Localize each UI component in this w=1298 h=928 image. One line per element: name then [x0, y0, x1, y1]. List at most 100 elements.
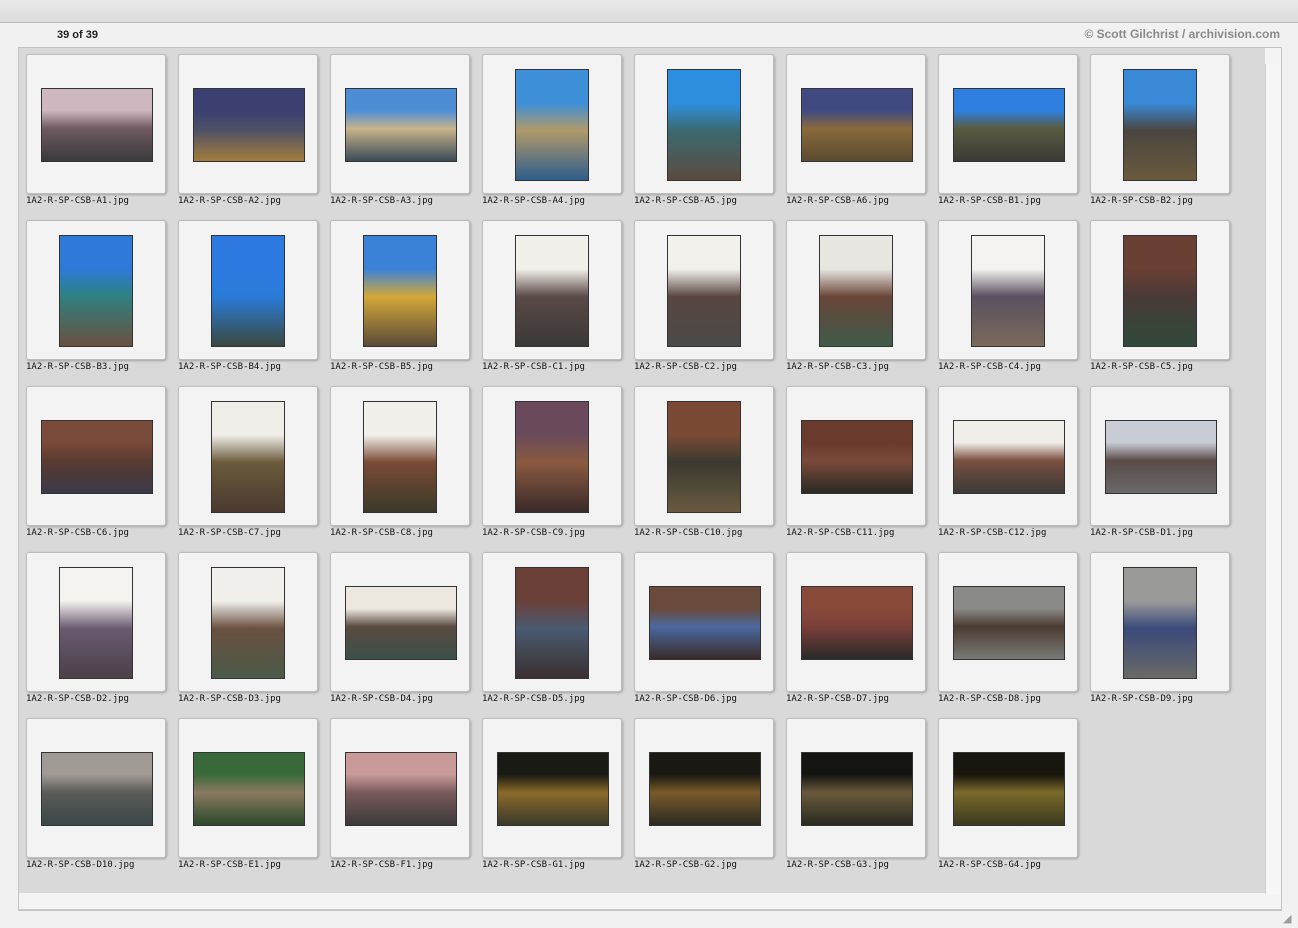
thumbnail-image[interactable] [1105, 420, 1217, 494]
thumbnail-image[interactable] [1123, 69, 1197, 181]
thumbnail-cell[interactable]: 1A2-R-SP-CSB-C9.jpg [482, 386, 622, 546]
slide-mount[interactable] [938, 220, 1078, 360]
slide-mount[interactable] [330, 386, 470, 526]
thumbnail-image[interactable] [363, 235, 437, 347]
slide-mount[interactable] [786, 220, 926, 360]
slide-mount[interactable] [634, 718, 774, 858]
thumbnail-image[interactable] [41, 420, 153, 494]
thumbnail-cell[interactable]: 1A2-R-SP-CSB-D8.jpg [938, 552, 1078, 712]
thumbnail-image[interactable] [1123, 567, 1197, 679]
thumbnail-image[interactable] [953, 586, 1065, 660]
thumbnail-image[interactable] [801, 88, 913, 162]
vertical-scrollbar[interactable] [1265, 64, 1280, 894]
thumbnail-image[interactable] [515, 567, 589, 679]
slide-mount[interactable] [26, 552, 166, 692]
slide-mount[interactable] [330, 220, 470, 360]
thumbnail-image[interactable] [953, 420, 1065, 494]
thumbnail-image[interactable] [801, 586, 913, 660]
thumbnail-image[interactable] [953, 752, 1065, 826]
thumbnail-image[interactable] [1123, 235, 1197, 347]
thumbnail-cell[interactable]: 1A2-R-SP-CSB-D9.jpg [1090, 552, 1230, 712]
thumbnail-cell[interactable]: 1A2-R-SP-CSB-B1.jpg [938, 54, 1078, 214]
thumbnail-image[interactable] [667, 235, 741, 347]
thumbnail-image[interactable] [363, 401, 437, 513]
thumbnail-cell[interactable]: 1A2-R-SP-CSB-D2.jpg [26, 552, 166, 712]
thumbnail-image[interactable] [497, 752, 609, 826]
thumbnail-cell[interactable]: 1A2-R-SP-CSB-A4.jpg [482, 54, 622, 214]
thumbnail-image[interactable] [345, 586, 457, 660]
thumbnail-image[interactable] [819, 235, 893, 347]
slide-mount[interactable] [786, 718, 926, 858]
slide-mount[interactable] [330, 552, 470, 692]
thumbnail-image[interactable] [41, 88, 153, 162]
slide-mount[interactable] [178, 386, 318, 526]
slide-mount[interactable] [330, 54, 470, 194]
thumbnail-cell[interactable]: 1A2-R-SP-CSB-G2.jpg [634, 718, 774, 878]
thumbnail-cell[interactable]: 1A2-R-SP-CSB-D7.jpg [786, 552, 926, 712]
thumbnail-image[interactable] [649, 586, 761, 660]
slide-mount[interactable] [482, 718, 622, 858]
slide-mount[interactable] [1090, 54, 1230, 194]
thumbnail-image[interactable] [59, 235, 133, 347]
thumbnail-grid[interactable]: 1A2-R-SP-CSB-A1.jpg 1A2-R-SP-CSB-A2.jpg 1A… [19, 48, 1265, 893]
slide-mount[interactable] [938, 718, 1078, 858]
thumbnail-image[interactable] [193, 752, 305, 826]
thumbnail-cell[interactable]: 1A2-R-SP-CSB-C4.jpg [938, 220, 1078, 380]
thumbnail-cell[interactable]: 1A2-R-SP-CSB-D6.jpg [634, 552, 774, 712]
thumbnail-cell[interactable]: 1A2-R-SP-CSB-D1.jpg [1090, 386, 1230, 546]
slide-mount[interactable] [1090, 386, 1230, 526]
slide-mount[interactable] [482, 54, 622, 194]
thumbnail-image[interactable] [515, 401, 589, 513]
slide-mount[interactable] [26, 718, 166, 858]
thumbnail-image[interactable] [971, 235, 1045, 347]
thumbnail-cell[interactable]: 1A2-R-SP-CSB-C12.jpg [938, 386, 1078, 546]
thumbnail-cell[interactable]: 1A2-R-SP-CSB-D10.jpg [26, 718, 166, 878]
slide-mount[interactable] [634, 552, 774, 692]
thumbnail-cell[interactable]: 1A2-R-SP-CSB-C6.jpg [26, 386, 166, 546]
thumbnail-cell[interactable]: 1A2-R-SP-CSB-C5.jpg [1090, 220, 1230, 380]
thumbnail-image[interactable] [515, 235, 589, 347]
slide-mount[interactable] [330, 718, 470, 858]
thumbnail-image[interactable] [211, 235, 285, 347]
thumbnail-cell[interactable]: 1A2-R-SP-CSB-D5.jpg [482, 552, 622, 712]
thumbnail-cell[interactable]: 1A2-R-SP-CSB-G1.jpg [482, 718, 622, 878]
thumbnail-image[interactable] [649, 752, 761, 826]
slide-mount[interactable] [26, 386, 166, 526]
thumbnail-image[interactable] [667, 401, 741, 513]
thumbnail-cell[interactable]: 1A2-R-SP-CSB-B2.jpg [1090, 54, 1230, 214]
thumbnail-cell[interactable]: 1A2-R-SP-CSB-B3.jpg [26, 220, 166, 380]
slide-mount[interactable] [634, 220, 774, 360]
thumbnail-image[interactable] [41, 752, 153, 826]
thumbnail-cell[interactable]: 1A2-R-SP-CSB-D4.jpg [330, 552, 470, 712]
thumbnail-cell[interactable]: 1A2-R-SP-CSB-G3.jpg [786, 718, 926, 878]
thumbnail-cell[interactable]: 1A2-R-SP-CSB-A6.jpg [786, 54, 926, 214]
thumbnail-cell[interactable]: 1A2-R-SP-CSB-A2.jpg [178, 54, 318, 214]
slide-mount[interactable] [1090, 552, 1230, 692]
slide-mount[interactable] [26, 54, 166, 194]
thumbnail-cell[interactable]: 1A2-R-SP-CSB-A3.jpg [330, 54, 470, 214]
slide-mount[interactable] [26, 220, 166, 360]
thumbnail-image[interactable] [211, 567, 285, 679]
thumbnail-cell[interactable]: 1A2-R-SP-CSB-C7.jpg [178, 386, 318, 546]
thumbnail-cell[interactable]: 1A2-R-SP-CSB-C8.jpg [330, 386, 470, 546]
thumbnail-image[interactable] [193, 88, 305, 162]
slide-mount[interactable] [482, 552, 622, 692]
slide-mount[interactable] [482, 220, 622, 360]
slide-mount[interactable] [178, 220, 318, 360]
thumbnail-cell[interactable]: 1A2-R-SP-CSB-B4.jpg [178, 220, 318, 380]
thumbnail-cell[interactable]: 1A2-R-SP-CSB-C3.jpg [786, 220, 926, 380]
thumbnail-cell[interactable]: 1A2-R-SP-CSB-C1.jpg [482, 220, 622, 380]
slide-mount[interactable] [178, 718, 318, 858]
thumbnail-cell[interactable]: 1A2-R-SP-CSB-C2.jpg [634, 220, 774, 380]
slide-mount[interactable] [482, 386, 622, 526]
slide-mount[interactable] [938, 386, 1078, 526]
thumbnail-cell[interactable]: 1A2-R-SP-CSB-G4.jpg [938, 718, 1078, 878]
thumbnail-image[interactable] [345, 752, 457, 826]
thumbnail-image[interactable] [667, 69, 741, 181]
slide-mount[interactable] [786, 386, 926, 526]
slide-mount[interactable] [634, 54, 774, 194]
thumbnail-cell[interactable]: 1A2-R-SP-CSB-F1.jpg [330, 718, 470, 878]
thumbnail-cell[interactable]: 1A2-R-SP-CSB-B5.jpg [330, 220, 470, 380]
thumbnail-cell[interactable]: 1A2-R-SP-CSB-A5.jpg [634, 54, 774, 214]
slide-mount[interactable] [786, 552, 926, 692]
